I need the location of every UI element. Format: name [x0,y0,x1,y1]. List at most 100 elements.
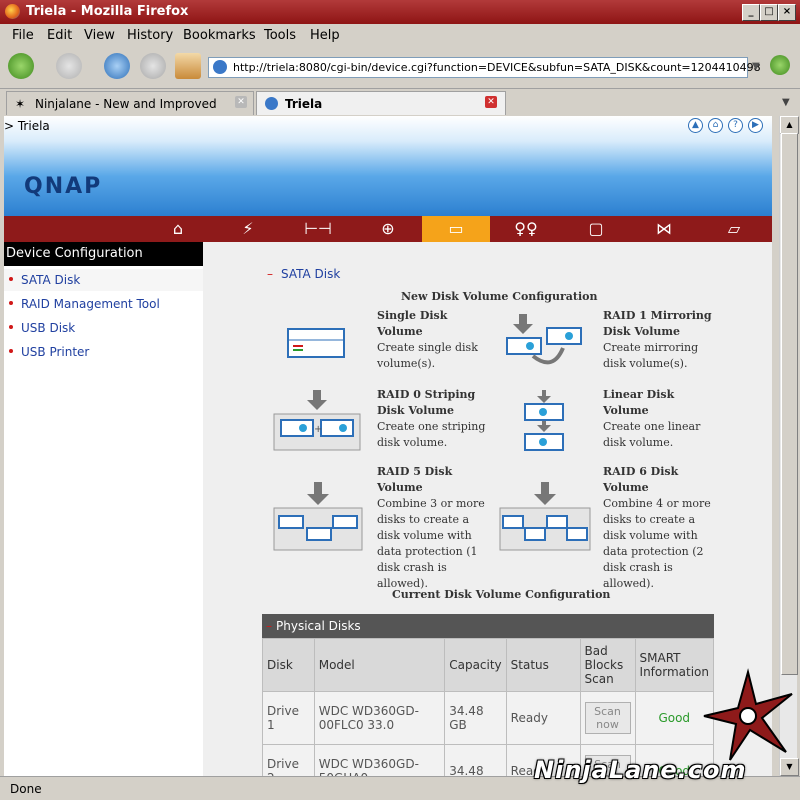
menu-edit[interactable]: Edit [47,28,72,43]
minimize-button[interactable]: _ [742,4,760,21]
tab-bar: ✶ Ninjalane - New and Improved ✕ Triela … [0,88,800,116]
column-header: Capacity [444,638,507,692]
nav-home-icon[interactable]: ⌂ [144,216,212,242]
bullet-icon [9,301,13,305]
menu-view[interactable]: View [84,28,115,43]
stop-icon[interactable] [140,53,166,79]
nav-users-icon[interactable]: ♀♀ [492,216,560,242]
tab-list-icon[interactable]: ▼ [782,97,790,108]
model-cell: WDC WD360GD-50GHA0 [313,744,446,776]
column-header: Bad Blocks Scan [579,638,636,692]
sidebar-header: Device Configuration [4,242,203,266]
help-icon[interactable]: ? [728,118,743,133]
option-title[interactable]: RAID 0 Striping Disk Volume [377,387,487,419]
option-title[interactable]: Single Disk Volume [377,308,487,340]
option-title[interactable]: RAID 1 Mirroring Disk Volume [603,308,713,340]
raid5-icon[interactable] [273,482,363,552]
raid1-mirroring-icon[interactable] [503,312,583,368]
column-header: Disk [262,638,315,692]
capacity-cell: 34.48 GB [444,691,507,745]
linear-disk-icon[interactable] [523,390,565,452]
window-title: Triela - Mozilla Firefox [26,4,189,19]
qnap-logo: QNAP [24,174,103,199]
bullet-icon [9,277,13,281]
option-title[interactable]: RAID 5 Disk Volume [377,464,487,496]
tab-ninjalane[interactable]: ✶ Ninjalane - New and Improved ✕ [6,91,254,115]
nav-share-icon[interactable]: ⋈ [630,216,698,242]
watermark-text: NinjaLane.com [534,756,747,784]
tab-triela[interactable]: Triela ✕ [256,91,506,115]
menu-bookmarks[interactable]: Bookmarks [183,28,256,43]
triela-favicon-icon [265,97,278,110]
url-text: http://triela:8080/cgi-bin/device.cgi?fu… [233,61,761,74]
section-sata-disk: – SATA Disk [267,267,340,281]
menu-file[interactable]: File [12,28,34,43]
main-panel: – SATA Disk New Disk Volume Configuration… [203,242,772,776]
new-config-title: New Disk Volume Configuration [401,290,598,303]
capacity-cell: 34.48 [444,744,507,776]
close-button[interactable]: × [778,4,796,21]
current-config-title: Current Disk Volume Configuration [392,588,611,601]
scroll-up-icon[interactable]: ▲ [780,116,799,134]
menu-bar: File Edit View History Bookmarks Tools H… [0,24,800,46]
section-marker-icon: – [266,619,272,633]
section-label: SATA Disk [281,267,341,281]
menu-tools[interactable]: Tools [264,28,296,43]
column-header: Model [313,638,446,692]
header-banner: > Triela ▲ ⌂ ? ▶ QNAP [4,116,772,216]
menu-help[interactable]: Help [310,28,340,43]
forward-icon[interactable] [56,53,82,79]
model-cell: WDC WD360GD-00FLC0 33.0 [313,691,446,745]
option-desc: Combine 3 or more disks to create a disk… [377,497,485,590]
url-bar[interactable]: http://triela:8080/cgi-bin/device.cgi?fu… [208,57,761,78]
nav-status-icon[interactable]: ▱ [700,216,768,242]
home-icon[interactable] [175,53,201,79]
next-icon[interactable]: ▶ [748,118,763,133]
tab-close-icon[interactable]: ✕ [485,96,497,108]
option-title[interactable]: Linear Disk Volume [603,387,713,419]
sidebar-item-label: RAID Management Tool [21,297,160,311]
reload-icon[interactable] [104,53,130,79]
scan-now-button[interactable]: Scan now [584,702,631,734]
nav-network-icon[interactable]: ⚡ [214,216,282,242]
tab-label: Ninjalane - New and Improved [35,97,217,111]
option-title[interactable]: RAID 6 Disk Volume [603,464,713,496]
option-desc: Create single disk volume(s). [377,341,478,370]
go-icon[interactable] [770,55,790,75]
sidebar-item-label: USB Printer [21,345,90,359]
nav-device-icon[interactable]: ▭ [422,216,490,242]
sidebar-item-raid-management[interactable]: RAID Management Tool [4,293,203,315]
home-icon[interactable]: ⌂ [708,118,723,133]
ninja-star-logo [703,668,793,761]
nav-system-icon[interactable]: ⊢⊣ [284,216,352,242]
raid6-icon[interactable] [499,482,591,552]
tab-close-icon[interactable]: ✕ [235,96,247,108]
nav-folders-icon[interactable]: ▢ [562,216,630,242]
nav-services-icon[interactable]: ⊕ [354,216,422,242]
url-dropdown-icon[interactable]: ▼ [752,61,760,72]
sidebar: Device Configuration SATA Disk RAID Mana… [4,242,203,776]
sidebar-item-usb-disk[interactable]: USB Disk [4,317,203,339]
sidebar-item-sata-disk[interactable]: SATA Disk [4,269,203,291]
column-header: Status [505,638,581,692]
sidebar-item-usb-printer[interactable]: USB Printer [4,341,203,363]
menu-history[interactable]: History [127,28,173,43]
sidebar-item-label: USB Disk [21,321,76,335]
site-icon [213,60,227,74]
maximize-button[interactable]: □ [760,4,778,21]
status-cell: Ready [505,691,581,745]
option-desc: Create one striping disk volume. [377,420,486,449]
up-icon[interactable]: ▲ [688,118,703,133]
disk-cell: Drive 2 [262,744,315,776]
browser-window: Triela - Mozilla Firefox _ □ × File Edit… [0,0,800,800]
single-disk-icon[interactable] [287,328,345,358]
sidebar-item-label: SATA Disk [21,273,81,287]
scan-cell: Scan now [579,691,636,745]
raid0-striping-icon[interactable]: + [273,390,361,452]
table-header-row: Disk Model Capacity Status Bad Blocks Sc… [262,638,715,692]
breadcrumb[interactable]: > Triela [4,119,50,133]
bullet-icon [9,325,13,329]
smart-status-link[interactable]: Good [658,711,690,725]
scroll-thumb[interactable] [781,133,798,675]
back-icon[interactable] [8,53,34,79]
